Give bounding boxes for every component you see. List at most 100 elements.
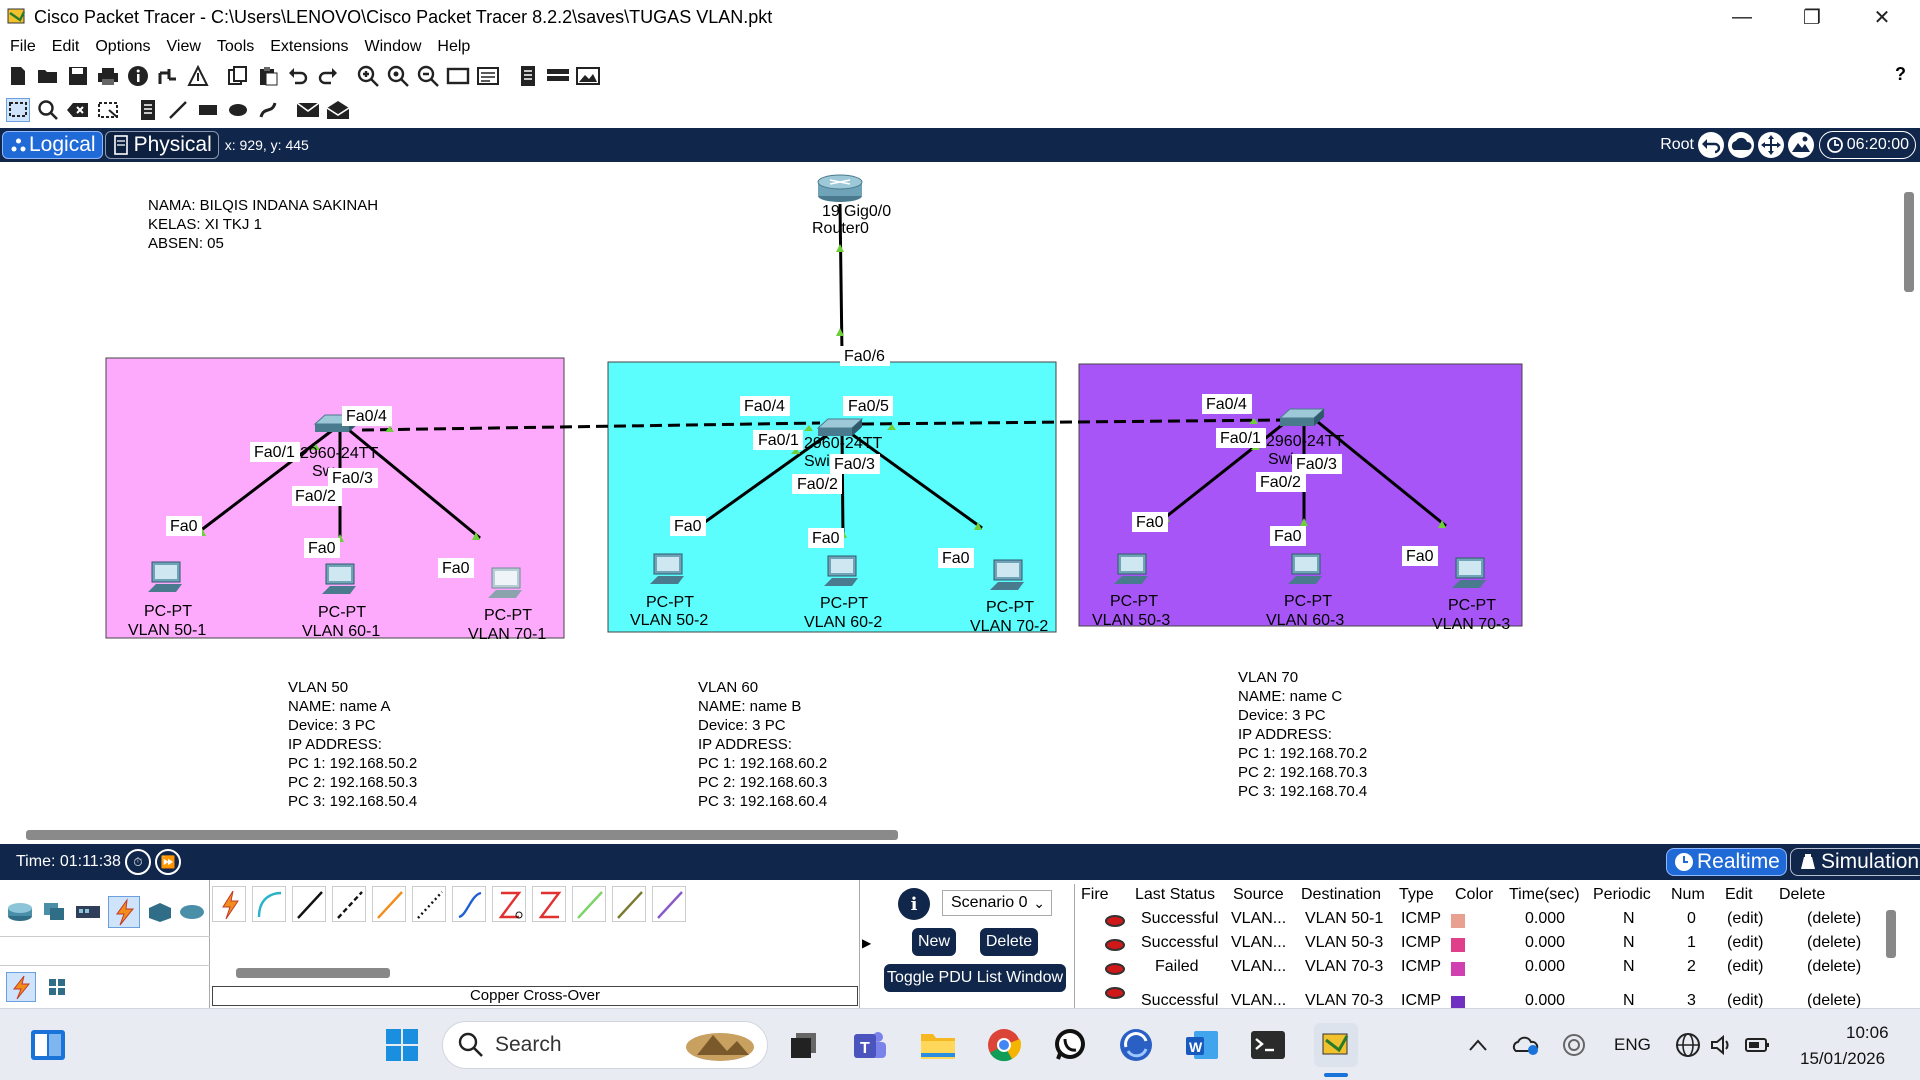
pdu-edit-link[interactable]: (edit) — [1727, 934, 1763, 952]
print-icon[interactable] — [96, 64, 120, 88]
menu-options[interactable]: Options — [87, 38, 158, 56]
delete-scenario-button[interactable]: Delete — [980, 928, 1038, 956]
pdu-edit-link[interactable]: (edit) — [1727, 958, 1763, 976]
custom-device-icon[interactable] — [476, 64, 500, 88]
connection-scrollbar[interactable] — [236, 968, 390, 978]
tab-logical[interactable]: Logical — [2, 131, 103, 159]
toggle-pdu-list-button[interactable]: Toggle PDU List Window — [884, 964, 1066, 992]
zoom-out-icon[interactable] — [416, 64, 440, 88]
widgets-icon[interactable] — [26, 1023, 70, 1067]
network-devices-icon[interactable] — [6, 900, 34, 924]
place-note-icon[interactable] — [136, 98, 160, 122]
taskbar-search[interactable]: Search — [442, 1021, 768, 1069]
onedrive-icon[interactable] — [1504, 1023, 1548, 1067]
pdu-row[interactable]: Successful VLAN... VLAN 50-3 ICMP 0.000 … — [1075, 932, 1900, 956]
start-icon[interactable] — [380, 1023, 424, 1067]
multiuser-icon[interactable] — [178, 900, 206, 924]
pdu-row[interactable]: Successful VLAN... VLAN 50-1 ICMP 0.000 … — [1075, 908, 1900, 932]
pdu-delete-link[interactable]: (delete) — [1807, 910, 1861, 928]
auto-connection-icon[interactable] — [212, 886, 246, 922]
back-icon[interactable] — [1698, 132, 1724, 158]
fire-icon[interactable] — [1105, 914, 1125, 932]
pdu-edit-link[interactable]: (edit) — [1727, 992, 1763, 1008]
redo-icon[interactable] — [316, 64, 340, 88]
fire-icon[interactable] — [1105, 986, 1125, 1004]
drawing-palette-icon[interactable] — [446, 64, 470, 88]
activity-wizard-icon[interactable] — [186, 64, 210, 88]
menu-help[interactable]: Help — [429, 38, 478, 56]
components-icon[interactable] — [74, 900, 102, 924]
pdu-delete-link[interactable]: (delete) — [1807, 958, 1861, 976]
terminal-icon[interactable] — [1246, 1023, 1290, 1067]
chevron-up-icon[interactable] — [1456, 1023, 1500, 1067]
coaxial-icon[interactable] — [452, 886, 486, 922]
pdu-delete-link[interactable]: (delete) — [1807, 934, 1861, 952]
tab-physical[interactable]: Physical — [104, 131, 219, 159]
draw-rectangle-icon[interactable] — [196, 98, 220, 122]
freeform-icon[interactable] — [256, 98, 280, 122]
workspace-vertical-scrollbar[interactable] — [1904, 192, 1914, 292]
simulation-mode-button[interactable]: Simulation — [1790, 848, 1920, 876]
word-icon[interactable]: W — [1180, 1023, 1224, 1067]
resize-tool-icon[interactable] — [96, 98, 120, 122]
cloud-icon[interactable] — [1728, 132, 1754, 158]
info-icon[interactable] — [126, 64, 150, 88]
miscellaneous-icon[interactable] — [146, 900, 174, 924]
fiber-icon[interactable] — [372, 886, 406, 922]
menu-edit[interactable]: Edit — [44, 38, 88, 56]
menu-view[interactable]: View — [159, 38, 209, 56]
select-tool-icon[interactable] — [6, 98, 30, 122]
task-view-icon[interactable] — [782, 1023, 826, 1067]
paste-icon[interactable] — [256, 64, 280, 88]
connections-icon[interactable] — [108, 896, 140, 928]
octal-cable-icon[interactable] — [572, 886, 606, 922]
pdu-row[interactable]: Failed VLAN... VLAN 70-3 ICMP 0.000 N 2 … — [1075, 956, 1900, 980]
save-icon[interactable] — [66, 64, 90, 88]
new-file-icon[interactable] — [6, 64, 30, 88]
background-image-icon[interactable] — [1788, 132, 1814, 158]
file-explorer-icon[interactable] — [916, 1023, 960, 1067]
undo-icon[interactable] — [286, 64, 310, 88]
pdu-delete-link[interactable]: (delete) — [1807, 992, 1861, 1008]
zoom-in-icon[interactable] — [356, 64, 380, 88]
viewport-icon[interactable] — [516, 64, 540, 88]
language-indicator[interactable]: ENG — [1614, 1035, 1651, 1055]
open-folder-icon[interactable] — [36, 64, 60, 88]
menu-extensions[interactable]: Extensions — [262, 38, 356, 56]
phone-cable-icon[interactable] — [412, 886, 446, 922]
network-wizard-icon[interactable] — [156, 64, 180, 88]
new-scenario-button[interactable]: New — [912, 928, 956, 956]
move-icon[interactable] — [1758, 132, 1784, 158]
packet-tracer-taskbar-icon[interactable] — [1314, 1023, 1358, 1067]
serial-dte-icon[interactable] — [532, 886, 566, 922]
menu-file[interactable]: File — [2, 38, 44, 56]
pdu-row[interactable]: Successful VLAN... VLAN 70-3 ICMP 0.000 … — [1075, 980, 1900, 1008]
taskbar-date[interactable]: 15/01/2026 — [1800, 1049, 1885, 1069]
minimize-button[interactable]: — — [1712, 0, 1772, 34]
vlan50-note[interactable]: VLAN 50 NAME: name A Device: 3 PC IP ADD… — [284, 676, 430, 813]
close-button[interactable]: ✕ — [1852, 0, 1912, 34]
workspace-horizontal-scrollbar[interactable] — [26, 830, 898, 840]
info-icon[interactable]: i — [898, 888, 930, 920]
help-icon[interactable]: ? — [1895, 64, 1906, 85]
simple-pdu-icon[interactable] — [296, 98, 320, 122]
clock-display[interactable]: 06:20:00 — [1818, 131, 1916, 159]
router-icon[interactable] — [817, 174, 863, 202]
draw-ellipse-icon[interactable] — [226, 98, 250, 122]
vlan70-note[interactable]: VLAN 70 NAME: name C Device: 3 PC IP ADD… — [1234, 666, 1378, 803]
serial-dce-icon[interactable] — [492, 886, 526, 922]
menu-window[interactable]: Window — [357, 38, 430, 56]
taskbar-time[interactable]: 10:06 — [1846, 1023, 1889, 1043]
copy-icon[interactable] — [226, 64, 250, 88]
teams-icon[interactable]: T — [848, 1023, 892, 1067]
battery-icon[interactable] — [1736, 1023, 1780, 1067]
whatsapp-icon[interactable] — [1048, 1023, 1092, 1067]
maximize-button[interactable]: ❐ — [1782, 0, 1842, 34]
fire-icon[interactable] — [1105, 938, 1125, 956]
pdu-scrollbar[interactable] — [1882, 884, 1900, 1008]
realtime-mode-button[interactable]: Realtime — [1666, 848, 1787, 876]
fire-icon[interactable] — [1105, 962, 1125, 980]
scenario-select[interactable]: Scenario 0 ⌄ — [942, 890, 1052, 916]
copper-straight-icon[interactable] — [292, 886, 326, 922]
logical-workspace[interactable]: 19 Gig0/0 Router0 Fa0/6 Fa0/4 Fa0/1 2960… — [0, 162, 1920, 844]
